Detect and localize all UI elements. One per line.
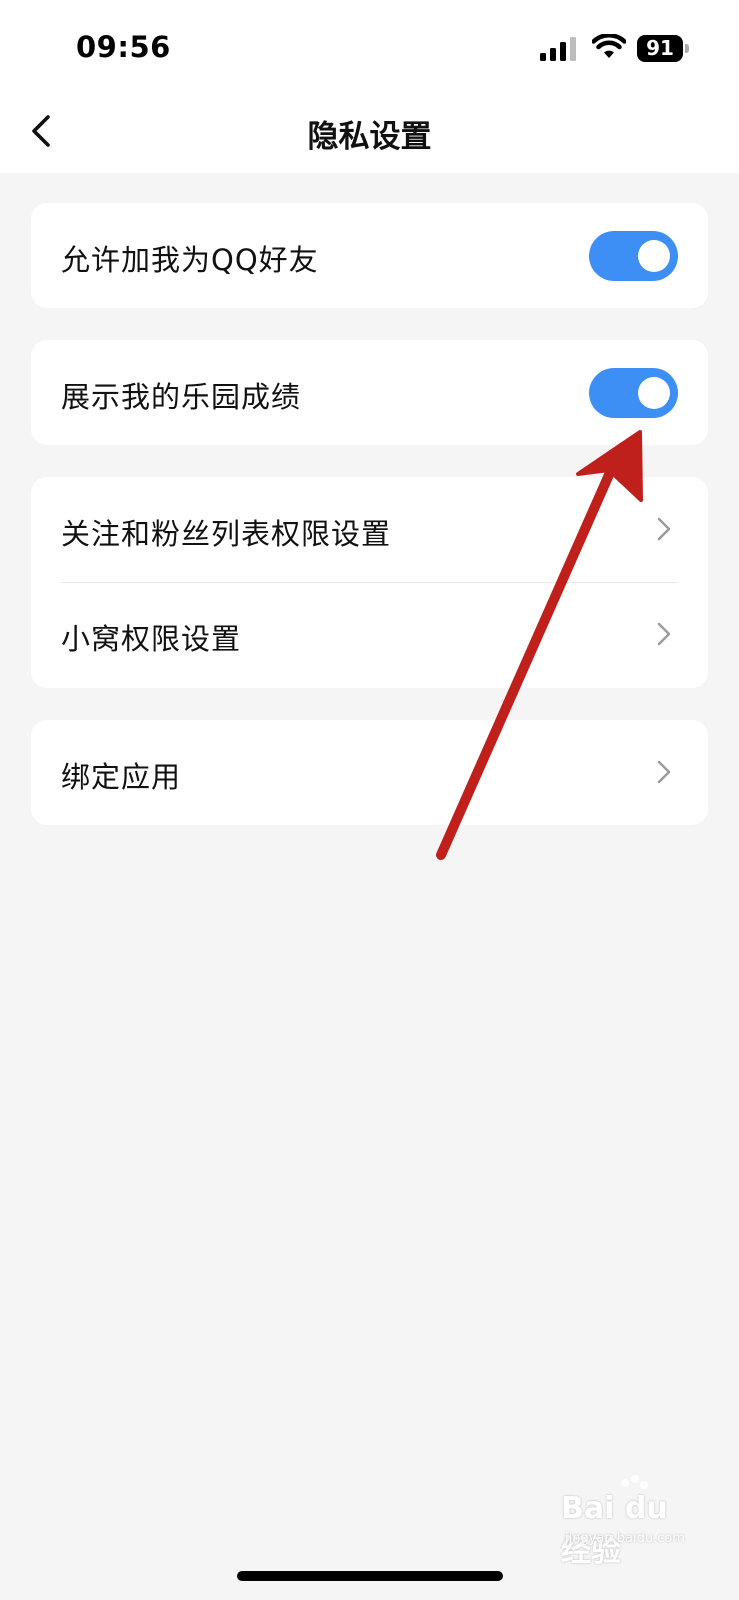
home-indicator[interactable]: [237, 1571, 503, 1581]
show-park-score-toggle[interactable]: [589, 368, 678, 418]
wifi-icon: [592, 34, 626, 58]
settings-card-bound-apps: 绑定应用: [31, 720, 708, 825]
status-bar: 09:56 91: [0, 0, 739, 95]
signal-icon: [540, 37, 576, 61]
battery-icon: 91: [637, 35, 689, 62]
watermark-logo: Bai du 经验 jingyan.baidu.com: [555, 1475, 705, 1569]
chevron-right-icon: [657, 517, 671, 541]
setting-row-allow-qq-friend: 允许加我为QQ好友: [31, 203, 708, 308]
toggle-knob: [638, 377, 670, 409]
setting-label: 绑定应用: [61, 760, 182, 794]
chevron-right-icon: [657, 622, 671, 646]
setting-label: 小窝权限设置: [61, 622, 242, 656]
setting-row-show-park-score: 展示我的乐园成绩: [31, 340, 708, 445]
page-title: 隐私设置: [307, 119, 432, 155]
chevron-right-icon: [657, 760, 671, 784]
battery-tip: [685, 44, 689, 53]
settings-card-permissions: 关注和粉丝列表权限设置 小窝权限设置: [31, 477, 708, 688]
setting-row-follow-fans-permission[interactable]: 关注和粉丝列表权限设置: [31, 477, 708, 582]
allow-qq-friend-toggle[interactable]: [589, 231, 678, 281]
setting-label: 关注和粉丝列表权限设置: [61, 517, 392, 551]
setting-row-nest-permission[interactable]: 小窝权限设置: [31, 582, 708, 687]
setting-label: 允许加我为QQ好友: [61, 243, 319, 277]
status-time: 09:56: [76, 30, 171, 64]
setting-label: 展示我的乐园成绩: [61, 380, 302, 414]
nav-bar: 隐私设置: [0, 95, 739, 173]
setting-row-bound-apps[interactable]: 绑定应用: [31, 720, 708, 825]
toggle-knob: [638, 240, 670, 272]
battery-level: 91: [637, 35, 683, 62]
settings-card-park-score: 展示我的乐园成绩: [31, 340, 708, 445]
settings-card-qq-friend: 允许加我为QQ好友: [31, 203, 708, 308]
watermark-sub: jingyan.baidu.com: [565, 1531, 685, 1546]
